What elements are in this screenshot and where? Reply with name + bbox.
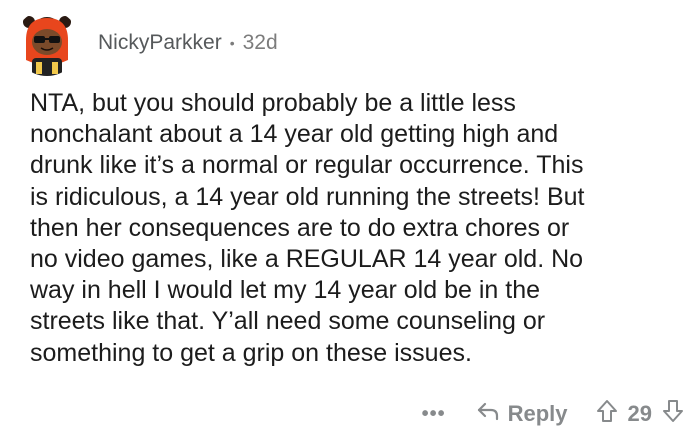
username-link[interactable]: NickyParkker (98, 31, 222, 55)
comment: NickyParkker • 32d NTA, but you should p… (0, 0, 700, 442)
reply-button[interactable]: Reply (476, 401, 568, 427)
comment-age: 32d (242, 31, 278, 54)
more-options-button[interactable]: ••• (422, 403, 446, 426)
comment-meta: NickyParkker • 32d (98, 31, 278, 55)
comment-header: NickyParkker • 32d (14, 10, 278, 76)
reply-arrow-icon (476, 401, 508, 427)
comment-body: NTA, but you should probably be a little… (30, 89, 585, 367)
upvote-arrow-icon[interactable] (596, 399, 618, 429)
meta-separator: • (229, 35, 235, 51)
comment-actions: ••• Reply 29 (422, 394, 684, 434)
vote-controls: 29 (596, 399, 684, 429)
vote-score: 29 (627, 401, 652, 426)
reply-label: Reply (507, 401, 568, 426)
snoo-avatar-icon[interactable] (14, 10, 80, 76)
downvote-arrow-icon[interactable] (662, 399, 684, 429)
